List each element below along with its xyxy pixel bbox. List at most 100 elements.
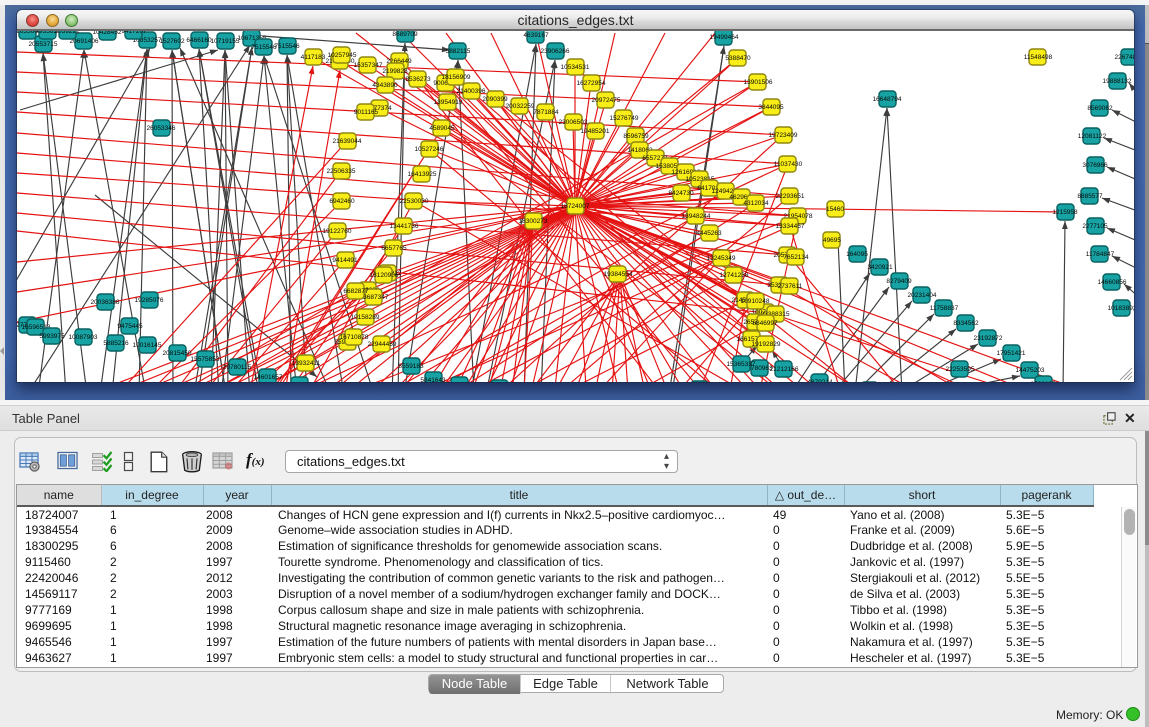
svg-text:5993975: 5993975: [39, 333, 65, 340]
svg-text:13441736: 13441736: [390, 223, 419, 230]
svg-text:16413925: 16413925: [408, 171, 437, 178]
svg-text:20815450: 20815450: [163, 350, 192, 357]
svg-text:13954919: 13954919: [434, 99, 463, 106]
svg-text:19285076: 19285076: [135, 297, 164, 304]
svg-text:19192829: 19192829: [752, 341, 781, 348]
svg-text:4879214: 4879214: [807, 379, 833, 382]
svg-text:19499464: 19499464: [710, 34, 739, 41]
svg-text:6682877: 6682877: [343, 288, 369, 295]
svg-text:20036388: 20036388: [91, 299, 120, 306]
svg-text:9414491: 9414491: [332, 257, 358, 264]
svg-text:19723409: 19723409: [769, 132, 798, 139]
svg-text:4312034: 4312034: [743, 200, 769, 207]
svg-text:7515546: 7515546: [251, 44, 277, 51]
svg-text:15460: 15460: [826, 206, 844, 213]
svg-text:13334457: 13334457: [776, 223, 805, 230]
svg-text:10016145: 10016145: [133, 342, 162, 349]
svg-text:5841643: 5841643: [420, 377, 446, 382]
svg-text:4589045: 4589045: [429, 125, 455, 132]
svg-text:49695: 49695: [823, 237, 841, 244]
svg-text:19485201: 19485201: [581, 128, 610, 135]
svg-text:23906266: 23906266: [541, 48, 570, 55]
svg-text:4117183: 4117183: [301, 54, 326, 61]
svg-text:8885577: 8885577: [1077, 193, 1103, 200]
svg-text:20553715: 20553715: [29, 41, 58, 48]
svg-text:11037430: 11037430: [774, 161, 803, 168]
svg-text:10534531: 10534531: [561, 64, 590, 71]
svg-text:1215958: 1215958: [1052, 209, 1078, 216]
svg-text:10910248: 10910248: [741, 298, 770, 305]
svg-text:3420921: 3420921: [867, 264, 893, 271]
svg-text:14601657: 14601657: [254, 374, 283, 381]
svg-text:16648794: 16648794: [873, 96, 902, 103]
svg-text:13948244: 13948244: [682, 213, 711, 220]
svg-text:15575853: 15575853: [191, 356, 220, 363]
svg-text:10158289: 10158289: [351, 314, 380, 321]
svg-text:15276749: 15276749: [610, 115, 639, 122]
svg-text:12741238: 12741238: [720, 272, 749, 279]
svg-text:5885216: 5885216: [103, 340, 129, 347]
svg-text:4639167: 4639167: [523, 32, 549, 39]
svg-text:1527602: 1527602: [159, 38, 185, 45]
svg-text:9417207: 9417207: [121, 31, 147, 35]
svg-text:3076966: 3076966: [1082, 162, 1108, 169]
svg-text:10527246: 10527246: [415, 146, 444, 153]
svg-text:6568105: 6568105: [1030, 381, 1056, 382]
svg-text:8559183: 8559183: [398, 363, 424, 370]
svg-text:18156909: 18156909: [442, 74, 471, 81]
svg-text:10257945: 10257945: [328, 52, 357, 59]
svg-text:12081122: 12081122: [1078, 133, 1107, 140]
svg-text:4445263: 4445263: [696, 230, 722, 237]
svg-text:13932411: 13932411: [292, 360, 321, 367]
svg-text:14475203: 14475203: [1016, 367, 1045, 374]
svg-text:20780115: 20780115: [223, 364, 252, 371]
svg-text:8536273: 8536273: [405, 76, 431, 83]
svg-text:17951421: 17951421: [997, 350, 1026, 357]
svg-text:2277105: 2277105: [1082, 223, 1108, 230]
svg-text:7652134: 7652134: [783, 254, 809, 261]
svg-text:20231404: 20231404: [908, 292, 937, 299]
svg-text:7871884: 7871884: [533, 109, 559, 116]
svg-text:11784847: 11784847: [1086, 251, 1115, 258]
svg-text:10087903: 10087903: [69, 334, 98, 341]
svg-text:19888132: 19888132: [1103, 78, 1132, 85]
svg-text:8596759: 8596759: [623, 133, 649, 140]
svg-text:5882115: 5882115: [446, 48, 471, 55]
svg-text:4343890: 4343890: [372, 82, 398, 89]
svg-text:2039221: 2039221: [54, 31, 80, 35]
svg-text:16710878: 16710878: [340, 334, 369, 341]
svg-text:16272954: 16272954: [577, 80, 606, 87]
svg-text:21639044: 21639044: [333, 138, 362, 145]
svg-text:13120906: 13120906: [370, 272, 399, 279]
svg-text:20032259: 20032259: [506, 103, 535, 110]
svg-text:19122760: 19122760: [323, 228, 352, 235]
svg-text:10719155: 10719155: [211, 38, 240, 45]
svg-text:13245349: 13245349: [707, 255, 736, 262]
svg-text:11758837: 11758837: [930, 305, 959, 312]
svg-text:10183893: 10183893: [1108, 305, 1134, 312]
svg-text:8689709: 8689709: [392, 31, 418, 38]
svg-text:2090399: 2090399: [482, 96, 508, 103]
svg-text:22674828: 22674828: [1115, 54, 1134, 61]
svg-text:23192872: 23192872: [974, 335, 1003, 342]
svg-text:26053346: 26053346: [147, 125, 176, 132]
svg-text:8846997: 8846997: [752, 320, 778, 327]
svg-text:15357347: 15357347: [354, 62, 383, 69]
svg-text:22253595: 22253595: [946, 366, 975, 373]
svg-text:6657765: 6657765: [381, 245, 407, 252]
svg-text:23006503: 23006503: [559, 119, 588, 126]
svg-text:13901506: 13901506: [744, 79, 773, 86]
svg-text:22506335: 22506335: [327, 168, 356, 175]
svg-text:9475445: 9475445: [117, 323, 143, 330]
svg-text:11548498: 11548498: [1024, 54, 1053, 61]
svg-text:164095: 164095: [846, 251, 868, 258]
svg-text:5388470: 5388470: [725, 55, 751, 62]
svg-text:6942460: 6942460: [329, 198, 355, 205]
svg-text:21212166: 21212166: [770, 366, 799, 373]
svg-text:22293651: 22293651: [776, 193, 805, 200]
svg-text:9011165: 9011165: [354, 109, 379, 116]
svg-text:22944459: 22944459: [368, 341, 397, 348]
svg-text:19384554: 19384554: [604, 271, 633, 278]
svg-text:21400396: 21400396: [457, 88, 486, 95]
svg-text:2199828: 2199828: [382, 68, 408, 75]
